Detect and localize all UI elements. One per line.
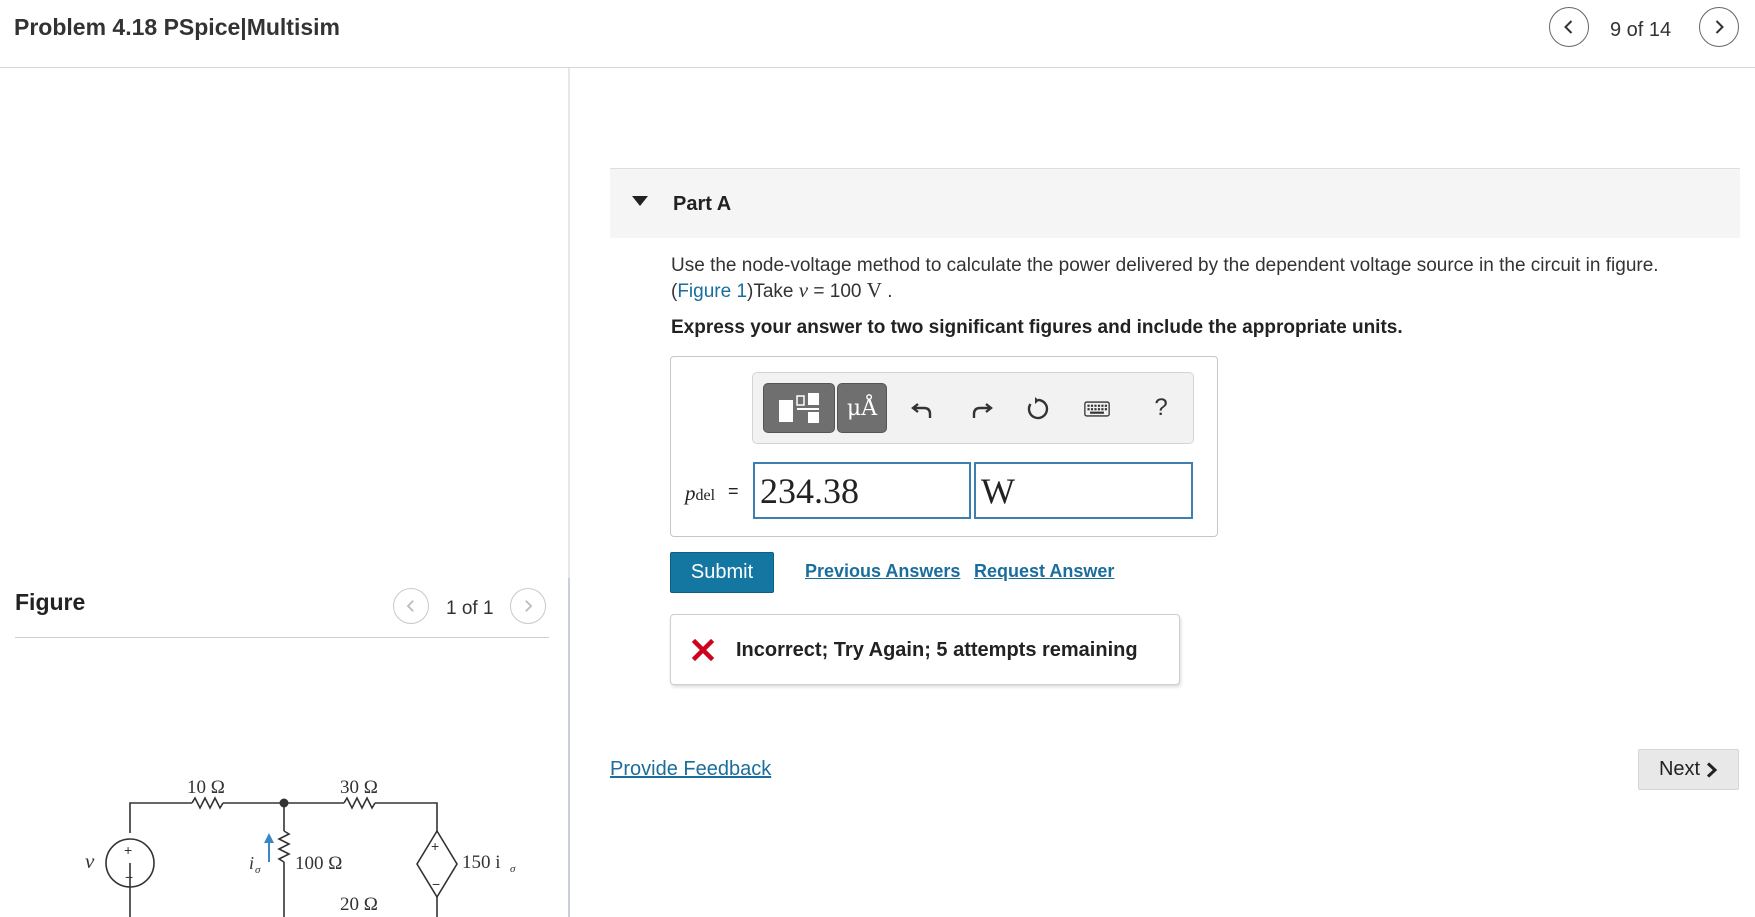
wire-top-left [129,802,192,833]
value-input[interactable]: 234.38 [753,462,971,519]
label-source-plus: + [124,842,132,858]
part-label: Part A [673,193,732,215]
chevron-right-icon [1707,761,1718,778]
label-dependent-source-sub: σ [510,863,516,875]
question-text: Use the node-voltage method to calculate… [671,255,1659,302]
label-20-ohm: 20 Ω [340,894,378,915]
label-dep-minus: − [432,876,440,892]
label-10-ohm: 10 Ω [187,777,225,798]
problem-counter: 9 of 14 [1610,19,1672,41]
label-dependent-source: 150 i [462,852,501,873]
chevron-left-icon [406,600,414,612]
top-bar: Problem 4.18 PSpice|Multisim 9 of 14 [0,0,1755,68]
label-current-ig: i [249,853,254,873]
redo-icon [972,403,993,418]
keyboard-icon [1084,401,1110,417]
incorrect-x-icon [691,638,715,662]
chevron-right-icon [1715,20,1724,34]
label-100-ohm: 100 Ω [295,853,342,874]
next-problem-button[interactable] [1699,7,1739,47]
previous-answers-link[interactable]: Previous Answers [805,561,960,582]
answer-box: μÅ ? pdel = 234.38 W [670,356,1218,537]
reset-button[interactable] [1020,391,1056,427]
request-answer-link[interactable]: Request Answer [974,561,1114,582]
feedback-message: Incorrect; Try Again; 5 attempts remaini… [736,639,1138,661]
figure-divider [15,637,549,638]
previous-problem-button[interactable] [1549,7,1589,47]
feedback-box: Incorrect; Try Again; 5 attempts remaini… [670,614,1180,685]
unit-input[interactable]: W [974,462,1193,519]
pane-divider-upper [568,68,570,578]
figure-prev-button[interactable] [393,588,429,624]
answer-variable: pdel [685,481,716,505]
template-icon [779,393,819,423]
undo-button[interactable] [905,391,941,427]
wire-top-right [375,802,438,831]
figure-counter: 1 of 1 [446,598,494,619]
label-source-v: v [85,849,95,873]
redo-button[interactable] [963,391,999,427]
undo-icon [911,403,932,418]
instruction-text: Express your answer to two significant f… [671,317,1403,338]
question-main: Use the node-voltage method to calculate… [671,255,1659,276]
provide-feedback-link[interactable]: Provide Feedback [610,758,771,781]
figure-heading: Figure [15,589,86,615]
circuit-node [279,798,289,808]
circuit-diagram: 10 Ω 30 Ω 100 Ω 20 Ω v i σ 150 i σ + − +… [85,777,516,917]
answer-equals: = [728,481,739,501]
next-button[interactable]: Next [1638,749,1739,790]
figure-link[interactable]: Figure 1 [677,281,747,302]
templates-button[interactable] [763,383,835,433]
resistor-100 [277,830,291,863]
label-30-ohm: 30 Ω [340,777,378,798]
unit-v: V [866,278,882,302]
caret-down-icon[interactable] [632,196,648,206]
figure-next-button[interactable] [510,588,546,624]
part-a-header[interactable]: Part A [610,168,1740,238]
next-label: Next [1658,758,1701,780]
reset-icon [1027,397,1049,420]
label-source-minus: − [125,869,133,885]
label-current-ig-sub: σ [255,864,261,876]
label-dep-plus: + [431,838,439,854]
chevron-left-icon [1564,20,1573,34]
resistor-30 [343,796,376,810]
keyboard-button[interactable] [1079,391,1115,427]
var-v: v [798,278,809,302]
chevron-right-icon [525,600,533,612]
units-button[interactable]: μÅ [837,383,887,433]
math-toolbar: μÅ ? [752,372,1194,444]
help-button[interactable]: ? [1146,393,1176,423]
problem-title: Problem 4.18 PSpice|Multisim [14,14,340,40]
submit-button[interactable]: Submit [670,552,774,593]
resistor-10 [191,796,224,810]
